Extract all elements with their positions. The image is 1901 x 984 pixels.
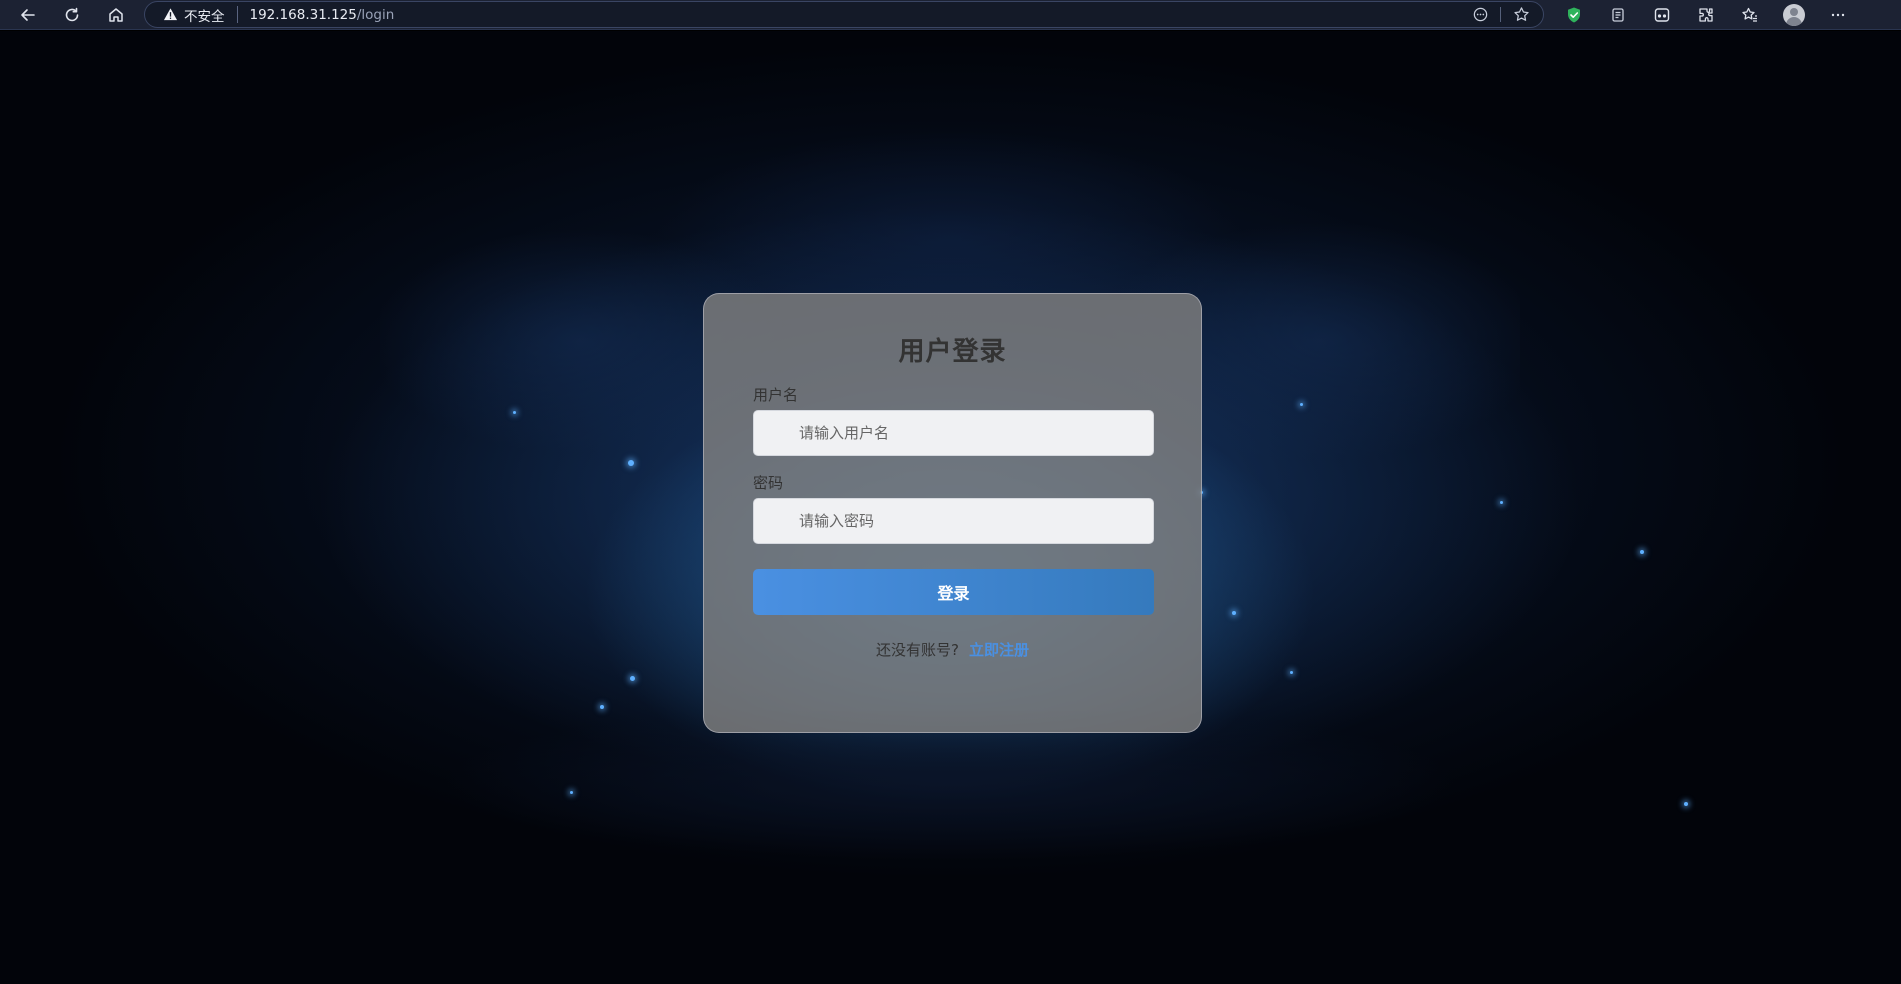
favorite-button[interactable]: [1507, 2, 1535, 27]
background-spark: [630, 676, 635, 681]
shield-extension-button[interactable]: [1552, 0, 1596, 30]
browser-toolbar: 不安全 192.168.31.125/login: [0, 0, 1901, 30]
password-label: 密码: [753, 474, 784, 492]
favorites-button[interactable]: [1728, 0, 1772, 30]
background-spark: [513, 411, 516, 414]
collections-button[interactable]: [1596, 0, 1640, 30]
background-tree-roots: [250, 711, 1650, 931]
address-divider: [236, 6, 238, 23]
game-button[interactable]: [1640, 0, 1684, 30]
address-bar-actions: [1466, 2, 1535, 27]
username-input[interactable]: [799, 424, 1153, 442]
reader-button[interactable]: [1466, 2, 1494, 27]
shield-extension-icon: [1568, 7, 1580, 23]
actions-divider: [1500, 7, 1501, 22]
favorite-star-icon: [1513, 7, 1529, 21]
home-button[interactable]: [94, 0, 138, 30]
url-host: 192.168.31.125: [249, 6, 357, 23]
game-icon: [1654, 8, 1670, 22]
reload-icon: [65, 7, 79, 21]
warning-icon: [163, 8, 178, 21]
reader-icon: [1473, 7, 1487, 22]
more-icon: [1831, 13, 1845, 17]
register-line: 还没有账号? 立即注册: [753, 639, 1152, 660]
address-bar[interactable]: 不安全 192.168.31.125/login: [144, 1, 1544, 28]
back-button[interactable]: [6, 0, 50, 30]
background-spark: [600, 705, 604, 709]
login-page: 用户登录 用户名 密码 登录 还没有账号? 立即注册: [0, 31, 1901, 984]
profile-avatar: [1783, 4, 1805, 26]
home-icon: [109, 7, 123, 22]
background-spark: [1300, 403, 1303, 406]
background-spark: [628, 460, 634, 466]
password-field[interactable]: [753, 498, 1154, 544]
collections-icon: [1612, 8, 1624, 22]
register-prompt: 还没有账号?: [876, 641, 959, 659]
background-spark: [570, 791, 573, 794]
background-spark: [1290, 671, 1293, 674]
login-button[interactable]: 登录: [753, 569, 1154, 615]
url-text[interactable]: 192.168.31.125/login: [250, 7, 395, 23]
favorites-icon: [1742, 7, 1757, 22]
more-button[interactable]: [1816, 0, 1860, 30]
password-input[interactable]: [799, 512, 1153, 530]
security-label: 不安全: [184, 8, 225, 25]
background-spark: [1640, 550, 1644, 554]
login-title: 用户登录: [898, 337, 1007, 367]
profile-button[interactable]: [1772, 0, 1816, 30]
url-path: /login: [356, 6, 395, 23]
background-spark: [1684, 802, 1688, 806]
background-spark: [1232, 611, 1236, 615]
username-field[interactable]: [753, 410, 1154, 456]
username-label: 用户名: [753, 386, 799, 404]
login-card: 用户登录 用户名 密码 登录 还没有账号? 立即注册: [703, 293, 1202, 733]
register-link[interactable]: 立即注册: [969, 641, 1029, 659]
reload-button[interactable]: [50, 0, 94, 30]
back-icon: [21, 8, 35, 21]
security-indicator[interactable]: 不安全: [163, 5, 225, 25]
extensions-icon: [1699, 8, 1713, 22]
extension-bar: [1552, 0, 1860, 30]
background-spark: [1500, 501, 1503, 504]
extensions-button[interactable]: [1684, 0, 1728, 30]
